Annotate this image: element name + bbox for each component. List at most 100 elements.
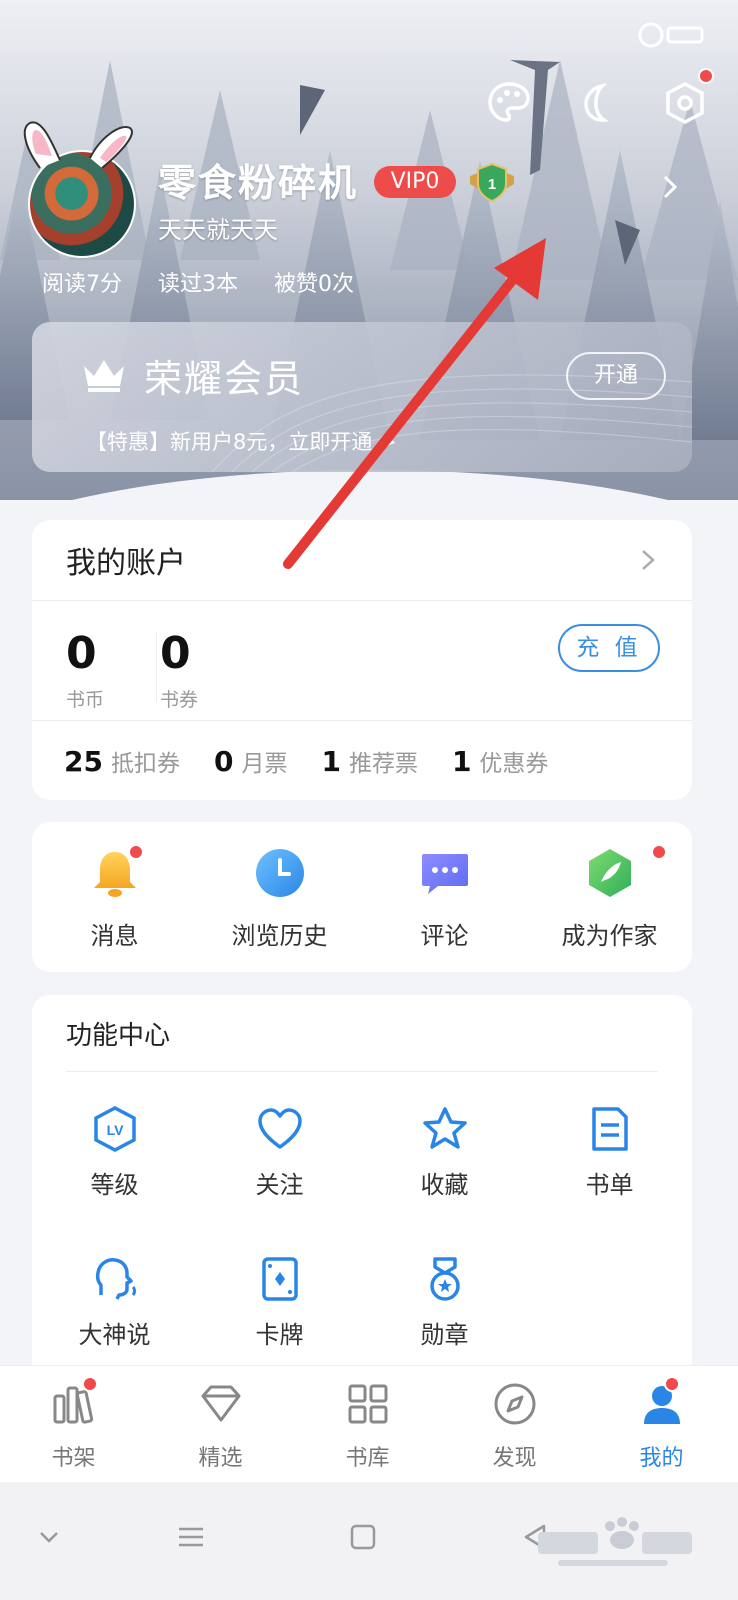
nav-label: 书库 <box>345 1446 390 1471</box>
ticket-discount[interactable]: 1 优惠券 <box>452 744 548 778</box>
menu-icon[interactable] <box>176 1522 206 1552</box>
compass-icon <box>494 1383 536 1425</box>
comment-icon <box>422 854 468 894</box>
divider <box>32 720 692 721</box>
svg-text:LV: LV <box>107 1122 125 1138</box>
nav-label: 书架 <box>51 1446 96 1471</box>
func-label: 书单 <box>585 1171 634 1199</box>
shortcut-messages[interactable]: 消息 <box>32 822 197 972</box>
notification-dot <box>82 1376 98 1392</box>
shortcut-become-writer[interactable]: 成为作家 <box>527 822 692 972</box>
ticket-count: 1 <box>321 745 341 778</box>
svg-text:1: 1 <box>488 176 496 193</box>
nav-label: 我的 <box>639 1446 684 1471</box>
func-label: 关注 <box>255 1171 304 1199</box>
notification-dot <box>128 844 144 860</box>
palette-icon[interactable] <box>486 80 532 126</box>
talk-icon <box>95 1258 136 1300</box>
divider <box>32 600 692 601</box>
ticket-label: 推荐票 <box>348 751 418 777</box>
vip-membership-card[interactable]: 荣耀会员 开通 【特惠】新用户8元，立即开通 > <box>32 322 692 472</box>
moon-icon[interactable] <box>574 80 620 126</box>
stat-reading-score[interactable]: 阅读7分 <box>42 266 122 298</box>
shortcut-label: 成为作家 <box>561 922 658 950</box>
ticket-count: 1 <box>451 745 472 778</box>
ticket-count: 25 <box>64 745 103 778</box>
crown-icon <box>84 360 124 392</box>
ticket-recommend[interactable]: 1 推荐票 <box>321 744 417 778</box>
ticket-count: 0 <box>213 745 234 778</box>
nav-discover[interactable]: 发现 <box>441 1366 588 1483</box>
ticket-monthly[interactable]: 0 月票 <box>214 744 287 778</box>
shortcut-label: 浏览历史 <box>231 922 328 950</box>
divider <box>66 1071 658 1072</box>
writer-icon <box>589 849 631 897</box>
func-master-talk[interactable]: 大神说 <box>32 1245 197 1365</box>
header-actions <box>486 68 714 126</box>
brand-logo-icon <box>638 22 704 48</box>
vip-level-badge[interactable]: VIP0 <box>374 166 456 198</box>
chevron-down-icon[interactable] <box>34 1522 64 1552</box>
ticket-row: 25 抵扣券 0 月票 1 推荐票 1 优惠券 <box>64 744 582 778</box>
recharge-button[interactable]: 充 值 <box>558 624 660 672</box>
book-coupon-value: 0 <box>160 628 191 679</box>
vip-promo-link[interactable]: 【特惠】新用户8元，立即开通 > <box>86 426 397 456</box>
stat-likes[interactable]: 被赞0次 <box>274 266 354 298</box>
func-label: 收藏 <box>420 1171 469 1199</box>
account-title[interactable]: 我的账户 <box>66 538 186 582</box>
nav-library[interactable]: 书库 <box>294 1366 441 1483</box>
bunny-ears-decoration <box>23 121 133 169</box>
vip-open-button[interactable]: 开通 <box>566 352 666 400</box>
func-cards[interactable]: 卡牌 <box>197 1245 362 1365</box>
booklist-icon <box>592 1107 628 1151</box>
home-icon[interactable] <box>348 1522 378 1552</box>
divider <box>156 632 157 702</box>
level-icon: LV <box>94 1106 136 1152</box>
book-coin-label: 书币 <box>66 689 105 711</box>
func-booklist[interactable]: 书单 <box>527 1095 692 1215</box>
nav-bookshelf[interactable]: 书架 <box>0 1366 147 1483</box>
ticket-deduction[interactable]: 25 抵扣券 <box>64 744 180 778</box>
book-coupon-balance[interactable]: 0 书券 <box>160 628 198 712</box>
diamond-icon <box>201 1385 241 1422</box>
shortcut-history[interactable]: 浏览历史 <box>197 822 362 972</box>
profile-chevron-right-icon[interactable] <box>658 172 682 202</box>
account-chevron-right-icon[interactable] <box>640 548 656 572</box>
shortcut-label: 消息 <box>90 922 139 950</box>
ticket-label: 抵扣券 <box>110 751 180 777</box>
shortcut-label: 评论 <box>420 922 469 950</box>
func-label: 卡牌 <box>255 1321 304 1349</box>
reading-stats: 阅读7分 读过3本 被赞0次 <box>42 266 354 298</box>
vip-card-title: 荣耀会员 <box>144 357 305 401</box>
book-coin-value: 0 <box>66 628 97 679</box>
nav-mine[interactable]: 我的 <box>588 1366 735 1483</box>
grid-icon <box>348 1384 388 1424</box>
book-coin-balance[interactable]: 0 书币 <box>66 628 104 712</box>
account-card: 我的账户 0 书币 0 书券 充 值 25 抵扣券 0 月票 1 推荐票 1 优… <box>32 520 692 800</box>
shortcut-comments[interactable]: 评论 <box>362 822 527 972</box>
star-icon <box>423 1107 467 1149</box>
notification-dot <box>664 1376 680 1392</box>
ticket-label: 月票 <box>241 751 288 777</box>
func-level[interactable]: LV 等级 <box>32 1095 197 1215</box>
notification-dot <box>651 844 667 860</box>
settings-hexagon-icon[interactable] <box>662 68 714 126</box>
func-medals[interactable]: 勋章 <box>362 1245 527 1365</box>
stat-books-read[interactable]: 读过3本 <box>158 266 238 298</box>
medal-icon <box>430 1257 460 1301</box>
clock-icon <box>256 849 304 897</box>
func-label: 勋章 <box>420 1321 469 1349</box>
func-label: 大神说 <box>78 1321 151 1349</box>
shortcuts-card: 消息 浏览历史 评论 成为作家 <box>32 822 692 972</box>
func-follow[interactable]: 关注 <box>197 1095 362 1215</box>
nav-label: 发现 <box>492 1446 537 1471</box>
bottom-navigation: 书架 精选 书库 发现 我的 <box>0 1365 738 1482</box>
notification-dot <box>698 68 714 84</box>
ticket-label: 优惠券 <box>479 751 549 777</box>
nav-featured[interactable]: 精选 <box>147 1366 294 1483</box>
system-navigation-bar <box>0 1482 738 1600</box>
level-shield-icon[interactable]: 1 <box>468 160 516 204</box>
heart-icon <box>258 1108 302 1149</box>
func-favorites[interactable]: 收藏 <box>362 1095 527 1215</box>
function-center-card: 功能中心 LV 等级 关注 收藏 书单 大神说 卡牌 勋章 <box>32 995 692 1375</box>
